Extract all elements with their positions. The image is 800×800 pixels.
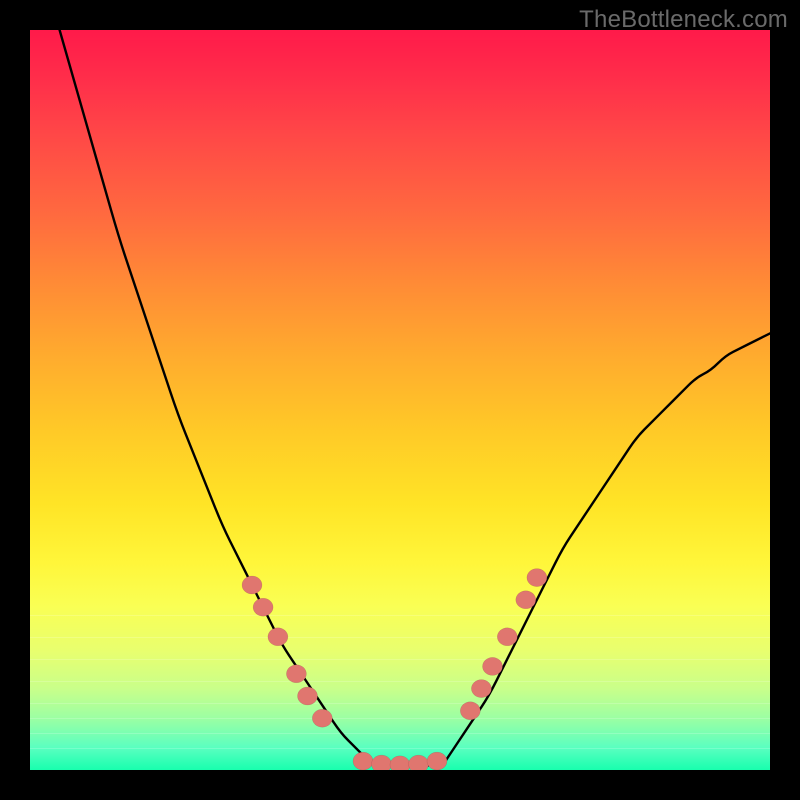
data-point-dot [372,755,392,770]
chart-stage: TheBottleneck.com [0,0,800,800]
data-point-dot [390,756,410,770]
data-point-dot [497,628,517,646]
data-point-dot [427,752,447,770]
bottleneck-curve [60,30,770,766]
data-point-dot [268,628,288,646]
data-point-dot [312,709,332,727]
data-point-dot [527,569,547,587]
data-point-dot [298,687,318,705]
data-point-dot [460,702,480,720]
data-point-dot [242,576,262,594]
plot-area [30,30,770,770]
data-point-dot [253,598,273,616]
data-point-dot [516,591,536,609]
curve-layer [30,30,770,770]
data-point-dot [409,755,429,770]
data-point-dot [471,680,491,698]
marker-group [242,569,547,770]
data-point-dot [353,752,373,770]
data-point-dot [483,657,503,675]
data-point-dot [286,665,306,683]
watermark-text: TheBottleneck.com [579,6,788,34]
